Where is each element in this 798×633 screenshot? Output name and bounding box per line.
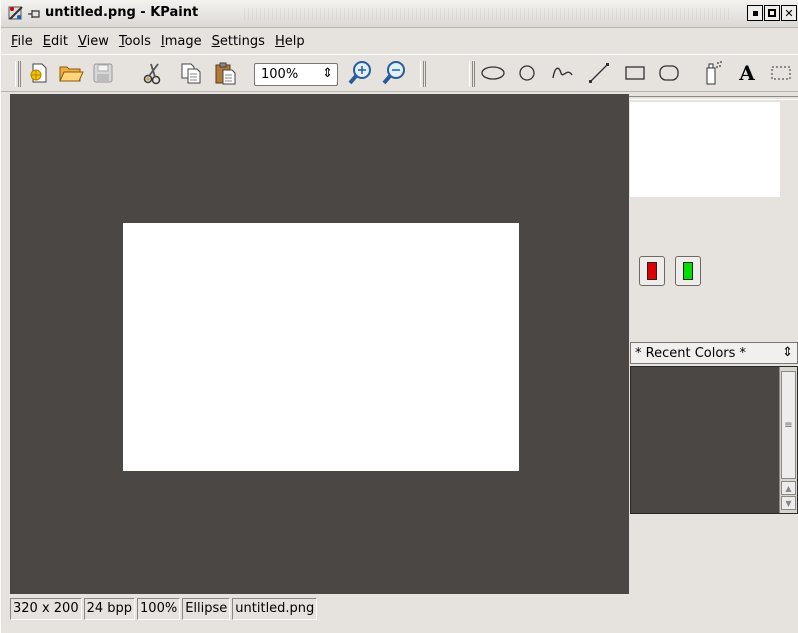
ellipse-tool-button[interactable] [479,59,507,87]
menu-file[interactable]: File [11,34,33,49]
recent-colors-scrollbar[interactable]: ≡ ▲ ▼ [779,367,797,513]
panel-separator [629,96,798,100]
scrollbar-thumb[interactable]: ≡ [781,371,796,479]
sticky-pin-icon[interactable] [27,7,41,21]
spraycan-icon [706,61,722,85]
status-tool: Ellipse [182,598,231,620]
canvas-viewport[interactable] [10,94,629,594]
spraycan-tool-button[interactable] [699,59,727,87]
ellipse-icon [481,66,505,80]
menu-view[interactable]: View [78,34,109,49]
window-title: untitled.png - KPaint [45,5,199,20]
line-icon [589,63,609,83]
menu-help[interactable]: Help [275,34,305,49]
freehand-tool-button[interactable] [549,59,577,87]
open-folder-icon [59,66,84,82]
menu-bar: File Edit View Tools Image Settings Help [1,29,798,53]
text-tool-icon: A [739,61,755,85]
background-color-swatch [683,262,693,280]
title-bar-grip [241,8,731,20]
selection-tool-button[interactable] [767,59,795,87]
tools-toolbar-handle[interactable] [469,61,475,87]
grip-lines-icon: ≡ [784,419,793,431]
scroll-down-button[interactable]: ▼ [781,496,796,510]
paste-button[interactable] [211,59,239,87]
zoom-combobox[interactable]: 100% ⇕ [254,63,338,86]
rect-selection-icon [771,66,791,80]
new-file-button[interactable] [25,59,53,87]
minimize-icon [752,10,758,16]
close-button[interactable]: ✕ [781,5,797,21]
menu-image[interactable]: Image [161,34,202,49]
zoom-out-icon [382,61,405,85]
save-disk-icon [93,63,113,83]
freehand-pen-icon [552,67,573,79]
maximize-icon [768,9,776,17]
recent-colors-label: * Recent Colors * [635,345,747,361]
copy-button[interactable] [177,59,205,87]
navigator-preview[interactable] [630,102,780,197]
menu-tools[interactable]: Tools [119,34,151,49]
status-zoom: 100% [137,598,181,620]
toolbar-handle[interactable] [15,61,21,87]
menu-settings[interactable]: Settings [212,34,265,49]
save-file-button[interactable] [89,59,117,87]
foreground-color-swatch [647,262,657,280]
status-dimensions: 320 x 200 [10,598,82,620]
copy-icon [181,63,201,84]
open-file-button[interactable] [57,59,85,87]
recent-colors-list[interactable]: ≡ ▲ ▼ [630,366,798,514]
status-bar: 320 x 200 24 bpp 100% Ellipse untitled.p… [10,598,798,620]
close-icon: ✕ [784,6,794,20]
zoom-in-button[interactable] [347,59,375,87]
circle-tool-button[interactable] [513,59,541,87]
image-canvas[interactable] [123,223,519,471]
kpaint-window: untitled.png - KPaint ✕ File Edit View T… [0,0,798,633]
arrow-down-icon: ▼ [785,498,792,508]
kpaint-app-icon[interactable] [7,4,25,22]
scroll-up-button[interactable]: ▲ [781,481,796,495]
spin-arrows-icon: ⇕ [782,345,793,360]
rectangle-tool-button[interactable] [621,59,649,87]
cut-button[interactable] [139,59,167,87]
paste-clipboard-icon [215,62,236,85]
minimize-button[interactable] [747,5,763,21]
zoom-in-icon [348,61,371,85]
side-panel: * Recent Colors * ⇕ ≡ ▲ ▼ [629,94,798,594]
main-toolbar: 100% ⇕ A [1,54,798,92]
rectangle-icon [625,66,645,80]
background-color-button[interactable] [675,256,701,286]
foreground-color-button[interactable] [639,256,665,286]
spin-arrows-icon: ⇕ [322,66,333,81]
zoom-out-button[interactable] [381,59,409,87]
circle-icon [519,65,535,81]
maximize-button[interactable] [764,5,780,21]
title-bar[interactable]: untitled.png - KPaint ✕ [1,0,798,28]
status-filename: untitled.png [232,598,318,620]
line-tool-button[interactable] [585,59,613,87]
new-file-icon [30,63,47,83]
arrow-up-icon: ▲ [785,483,792,493]
rounded-rectangle-icon [659,65,679,81]
status-depth: 24 bpp [83,598,136,620]
recent-colors-combobox[interactable]: * Recent Colors * ⇕ [630,342,798,364]
rounded-rect-tool-button[interactable] [655,59,683,87]
toolbar-separator [420,61,426,87]
zoom-value: 100% [261,67,299,82]
menu-edit[interactable]: Edit [43,34,68,49]
scissors-icon [143,63,161,85]
text-tool-button[interactable]: A [733,59,761,87]
